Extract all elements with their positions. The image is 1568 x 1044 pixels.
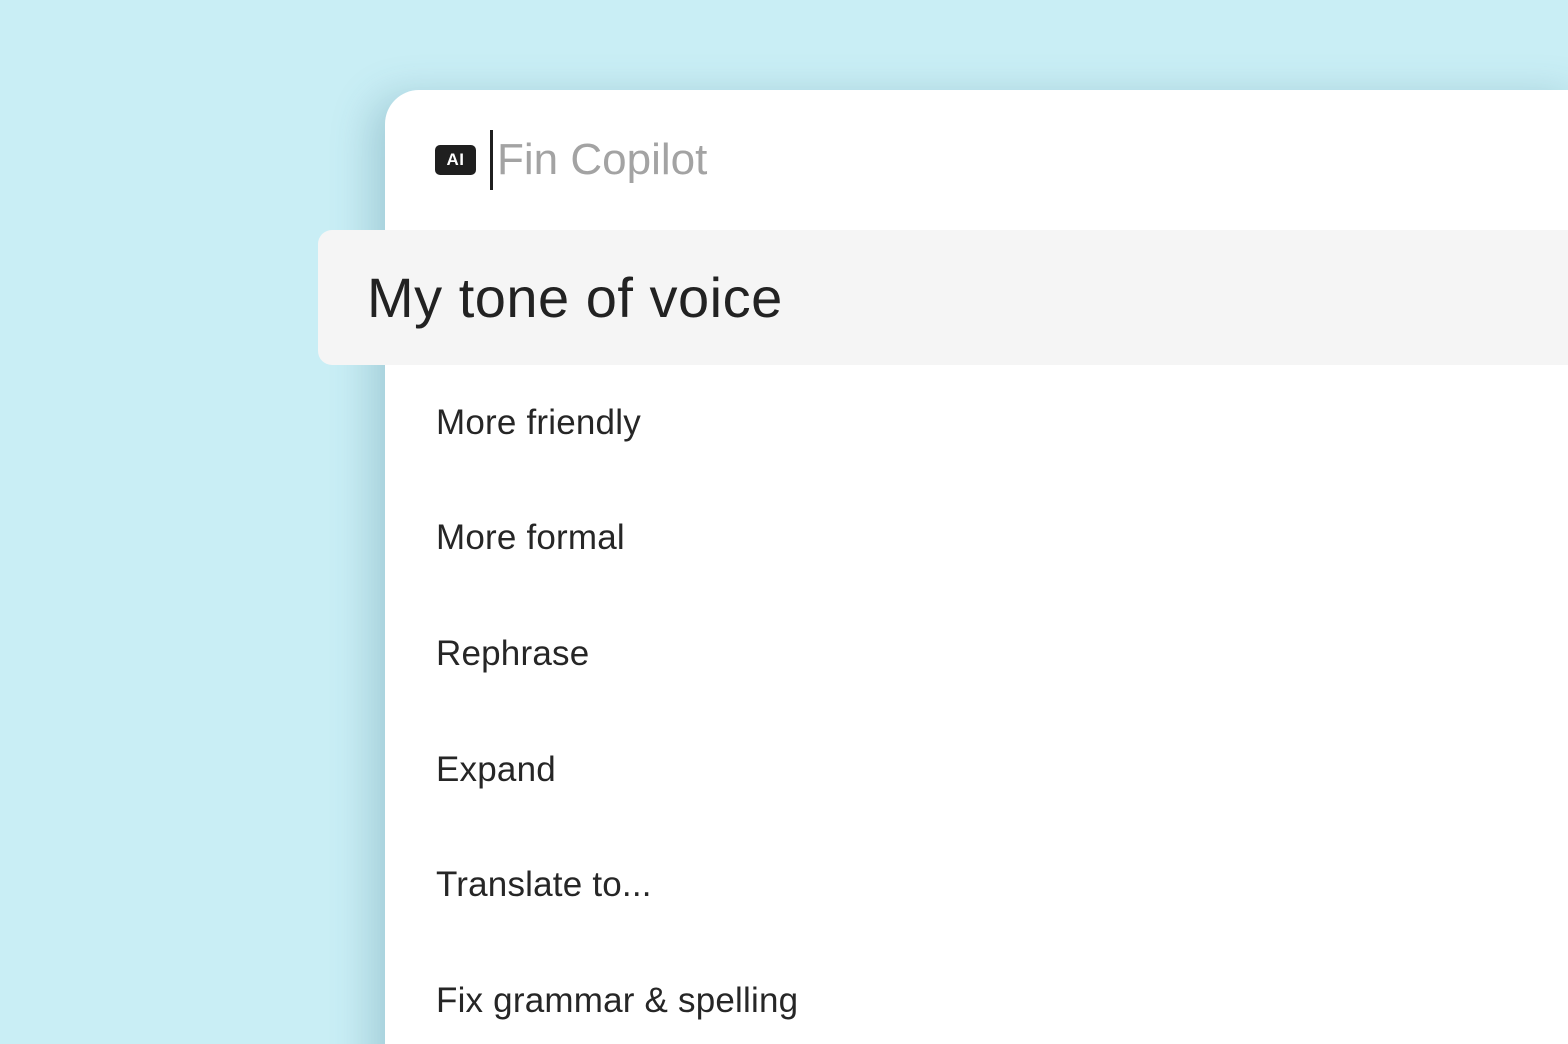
command-menu: More friendly More formal Rephrase Expan…	[436, 365, 798, 1044]
menu-item-expand[interactable]: Expand	[436, 712, 798, 828]
copilot-search-input[interactable]	[497, 135, 1097, 185]
menu-item-my-tone-of-voice[interactable]: My tone of voice	[318, 230, 1568, 365]
ai-badge-icon: AI	[435, 145, 476, 175]
menu-item-label: My tone of voice	[367, 266, 783, 329]
menu-item-more-friendly[interactable]: More friendly	[436, 365, 798, 481]
menu-item-fix-grammar[interactable]: Fix grammar & spelling	[436, 943, 798, 1044]
text-caret	[490, 130, 493, 190]
menu-item-more-formal[interactable]: More formal	[436, 481, 798, 597]
menu-item-translate[interactable]: Translate to...	[436, 827, 798, 943]
search-row: AI	[435, 130, 1097, 190]
menu-item-rephrase[interactable]: Rephrase	[436, 596, 798, 712]
